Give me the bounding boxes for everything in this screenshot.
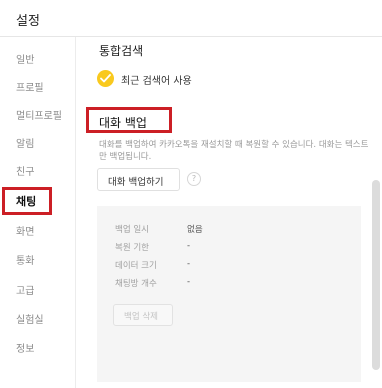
sidebar-item-info[interactable]: 정보	[0, 335, 75, 361]
info-value-backup-date: 없음	[187, 225, 203, 235]
section-title-search: 통합검색	[99, 44, 144, 58]
backup-chats-button[interactable]: 대화 백업하기	[97, 168, 180, 191]
sidebar-item-call[interactable]: 통화	[0, 247, 75, 273]
sidebar: 일반 프로필 멀티프로필 알림 친구 채팅 화면 통화 고급 실험실 정보	[0, 37, 76, 388]
sidebar-item-multiprofile[interactable]: 멀티프로필	[0, 102, 75, 128]
backup-description: 대화를 백업하여 카카오톡을 재설치할 때 복원할 수 있습니다. 대화는 텍스…	[99, 140, 369, 162]
sidebar-item-lab[interactable]: 실험실	[0, 306, 75, 332]
sidebar-item-display[interactable]: 화면	[0, 218, 75, 244]
sidebar-item-label: 화면	[16, 227, 35, 238]
sidebar-item-profile[interactable]: 프로필	[0, 74, 75, 100]
sidebar-item-label: 멀티프로필	[16, 111, 62, 122]
sidebar-item-label: 알림	[16, 139, 35, 150]
main-panel: 통합검색 최근 검색어 사용 대화 백업 대화를 백업하여 카카오톡을 재설치할…	[76, 37, 382, 388]
scrollbar-thumb[interactable]	[372, 180, 380, 370]
delete-backup-button: 백업 삭제	[113, 304, 173, 326]
sidebar-item-friends[interactable]: 친구	[0, 158, 75, 184]
sidebar-item-advanced[interactable]: 고급	[0, 277, 75, 303]
info-value-chatroom-count: -	[187, 277, 191, 287]
backup-info-panel: 백업 일시 없음 복원 기한 - 데이터 크기 - 채팅방 개수 - 백업 삭제	[97, 206, 361, 382]
info-value-data-size: -	[187, 259, 191, 269]
info-key-chatroom-count: 채팅방 개수	[115, 279, 157, 289]
info-key-data-size: 데이터 크기	[115, 261, 157, 271]
section-title-backup: 대화 백업	[99, 116, 147, 130]
sidebar-item-label: 친구	[16, 167, 35, 178]
sidebar-item-label: 정보	[16, 344, 35, 355]
delete-backup-button-label: 백업 삭제	[124, 312, 158, 322]
sidebar-item-label: 프로필	[16, 83, 44, 94]
recent-search-label: 최근 검색어 사용	[121, 76, 192, 87]
sidebar-item-general[interactable]: 일반	[0, 46, 75, 72]
chat-highlight-box	[2, 187, 52, 215]
info-key-backup-date: 백업 일시	[115, 225, 149, 235]
sidebar-item-label: 일반	[16, 55, 35, 66]
info-key-restore-deadline: 복원 기한	[115, 243, 149, 253]
backup-chats-button-label: 대화 백업하기	[108, 177, 164, 188]
sidebar-item-label: 통화	[16, 256, 35, 267]
check-icon	[97, 70, 114, 87]
sidebar-item-label: 고급	[16, 286, 35, 297]
sidebar-item-label: 실험실	[16, 315, 44, 326]
title-bar: 설정	[0, 0, 382, 37]
sidebar-item-notifications[interactable]: 알림	[0, 130, 75, 156]
help-icon[interactable]: ?	[187, 172, 201, 186]
window-title: 설정	[16, 14, 40, 29]
info-value-restore-deadline: -	[187, 241, 191, 251]
